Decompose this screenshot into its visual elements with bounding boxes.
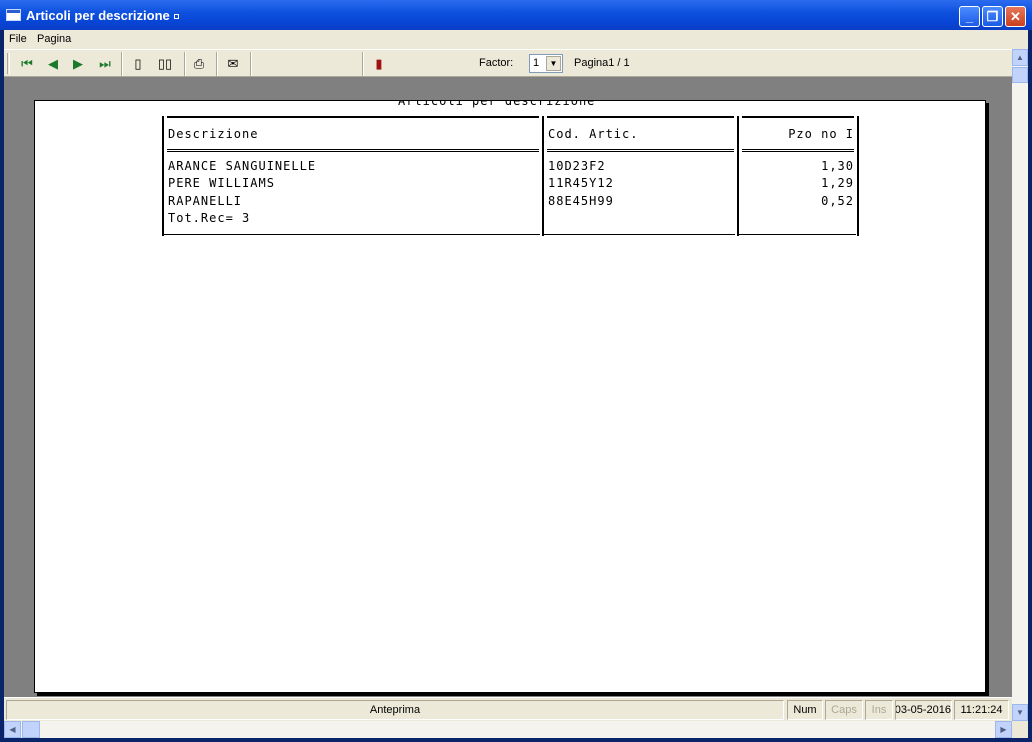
single-page-icon: ▯ [134,56,142,71]
header-rule [547,149,734,152]
menu-bar: File Pagina [4,30,1028,49]
first-page-icon: ⏮ [21,56,33,71]
table-row-descrizione: ARANCE SANGUINELLE [168,159,317,173]
toolbar-separator [362,52,364,76]
toolbar-grip[interactable] [7,53,10,74]
export-button[interactable]: ✉ [222,53,244,74]
column-header-codice: Cod. Artic. [548,127,639,141]
scroll-right-icon[interactable]: ▶ [995,721,1012,738]
export-icon: ✉ [227,56,239,71]
minimize-icon: _ [965,9,974,24]
column-divider [737,116,739,236]
vertical-scrollbar[interactable]: ▲ ▼ [1012,49,1028,721]
prev-page-icon: ◀ [48,56,58,71]
table-row-descrizione: PERE WILLIAMS [168,176,275,190]
scroll-down-icon[interactable]: ▼ [1012,704,1028,721]
minimize-button[interactable]: _ [959,6,980,27]
toolbar-separator [121,52,123,76]
title-bar[interactable]: Articoli per descrizione _ ❐ ✕ [0,0,1032,30]
exit-icon: ▮ [375,56,383,71]
first-page-button[interactable]: ⏮ [16,53,38,74]
close-icon: ✕ [1010,9,1021,24]
page-indicator: Pagina1 / 1 [574,57,630,69]
table-row-codice: 88E45H99 [548,194,614,208]
table-row-prezzo: 1,30 [821,159,854,173]
next-page-icon: ▶ [73,56,83,71]
chevron-down-icon[interactable]: ▼ [546,56,561,71]
print-button[interactable]: ⎙ [188,53,210,74]
scroll-up-icon[interactable]: ▲ [1012,49,1028,66]
column-divider [857,116,859,236]
window-title: Articoli per descrizione [26,8,179,23]
preview-canvas[interactable]: Articoli per descrizione Descrizione Cod… [4,77,1012,697]
header-rule [742,149,854,152]
menu-pagina[interactable]: Pagina [37,33,71,45]
app-window-icon[interactable] [6,9,21,21]
report-page: Articoli per descrizione Descrizione Cod… [34,100,986,693]
prev-page-button[interactable]: ◀ [42,53,64,74]
horizontal-scrollbar[interactable]: ◀ ▶ [4,721,1012,738]
last-page-button[interactable]: ⏭ [94,53,116,74]
table-row-descrizione: RAPANELLI [168,194,243,208]
restore-icon: ❐ [986,9,999,24]
status-num: Num [787,700,823,720]
scrollbar-corner [1012,721,1028,738]
next-page-button[interactable]: ▶ [67,53,89,74]
two-pages-button[interactable]: ▯▯ [154,53,176,74]
status-caps: Caps [825,700,863,720]
toolbar-separator [250,52,252,76]
restore-button[interactable]: ❐ [982,6,1003,27]
report-title: Articoli per descrizione [398,100,596,108]
factor-select[interactable]: 1 ▼ [529,54,563,73]
toolbar-separator [184,52,186,76]
toolbar-separator [216,52,218,76]
table-row-prezzo: 1,29 [821,176,854,190]
status-time: 11:21:24 [954,700,1009,720]
header-rule [167,149,539,152]
header-rule [167,116,539,118]
column-divider [542,116,544,236]
factor-label: Factor: [479,57,514,69]
close-button[interactable]: ✕ [1005,6,1026,27]
two-pages-icon: ▯▯ [157,56,173,71]
app-window: Articoli per descrizione _ ❐ ✕ File Pagi… [0,0,1032,742]
exit-button[interactable]: ▮ [368,53,390,74]
title-mark-icon [173,14,179,20]
last-page-icon: ⏭ [99,56,111,71]
header-rule [547,116,734,118]
header-rule [742,116,854,118]
status-bar: Anteprima Num Caps Ins 03-05-2016 11:21:… [4,697,1012,721]
print-icon: ⎙ [193,56,205,71]
column-header-prezzo: Pzo no I [788,127,854,141]
column-header-descrizione: Descrizione [168,127,259,141]
table-row-prezzo: 0,52 [821,194,854,208]
column-divider [162,116,164,236]
toolbar: ⏮ ◀ ▶ ⏭ ▯ ▯▯ ⎙ ✉ ▮ Factor: 1 ▼ Pagina1 /… [4,49,1012,77]
record-total: Tot.Rec= 3 [168,211,251,225]
footer-rule [739,234,856,235]
table-row-codice: 10D23F2 [548,159,606,173]
table-row-codice: 11R45Y12 [548,176,614,190]
menu-file[interactable]: File [9,33,27,45]
scroll-left-icon[interactable]: ◀ [4,721,21,738]
scroll-thumb[interactable] [1012,67,1028,83]
status-mode: Anteprima [6,700,784,720]
scroll-thumb[interactable] [22,721,40,738]
footer-rule [544,234,735,235]
status-ins: Ins [865,700,893,720]
footer-rule [164,234,540,235]
single-page-button[interactable]: ▯ [127,53,149,74]
status-date: 03-05-2016 [895,700,952,720]
factor-value: 1 [533,57,540,69]
